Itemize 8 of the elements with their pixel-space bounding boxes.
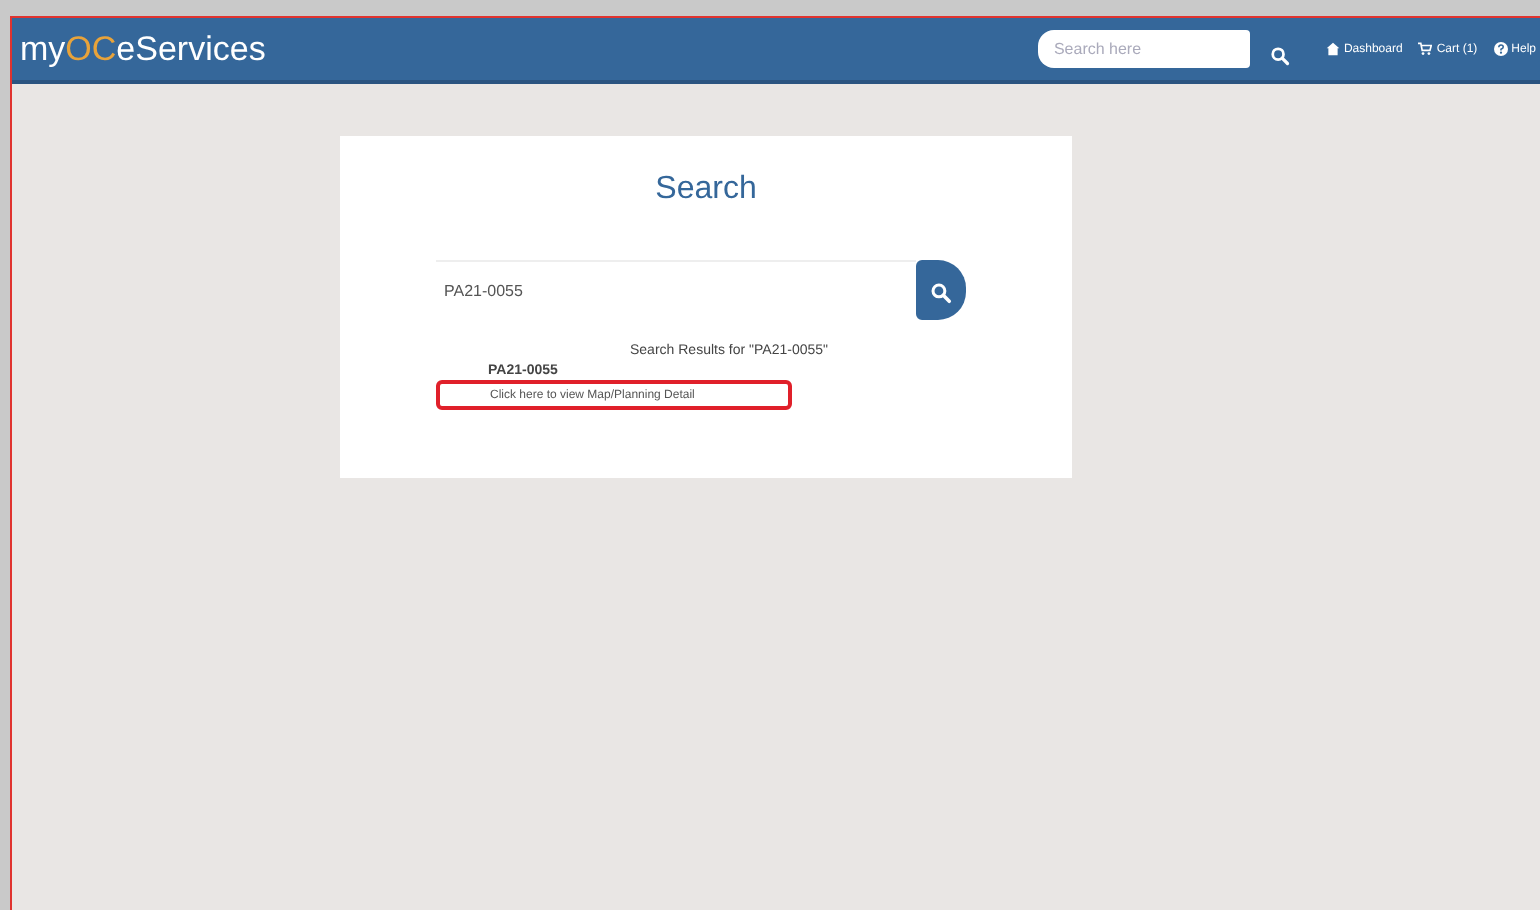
search-button[interactable]	[916, 260, 966, 320]
home-icon	[1325, 42, 1340, 56]
search-icon	[930, 279, 952, 301]
page-title: Search	[653, 170, 759, 208]
search-field[interactable]: Search here	[1037, 30, 1250, 68]
site-logo[interactable]: myOCeServices	[12, 29, 266, 69]
help-icon	[1493, 42, 1508, 56]
cart-icon	[1418, 42, 1433, 56]
